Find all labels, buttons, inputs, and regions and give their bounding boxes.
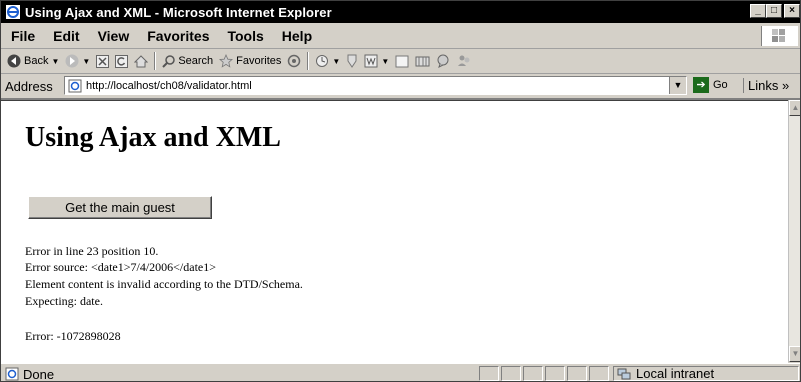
forward-button[interactable]: ▼: [65, 54, 90, 68]
toolbar-separator: [154, 52, 157, 70]
stop-icon: [96, 54, 110, 68]
address-label: Address: [5, 78, 53, 94]
people-icon: [458, 55, 470, 66]
status-pane: [501, 366, 521, 381]
minimize-button[interactable]: _: [750, 4, 766, 18]
refresh-icon: [115, 54, 129, 68]
messenger-people-button[interactable]: [457, 54, 472, 68]
window-controls: _ □ ×: [750, 4, 800, 18]
go-button[interactable]: ➔ Go: [693, 77, 728, 93]
error-code: Error: -1072898028: [25, 329, 121, 343]
address-bar: Address http://localhost/ch08/validator.…: [1, 74, 800, 100]
zone-label: Local intranet: [636, 366, 715, 381]
edit-word-button[interactable]: ▼: [364, 54, 389, 68]
security-zone[interactable]: Local intranet: [613, 366, 799, 381]
discuss-button[interactable]: [395, 55, 409, 68]
status-pane: [567, 366, 587, 381]
home-icon: [134, 54, 149, 67]
stop-button[interactable]: [96, 54, 110, 68]
menu-edit[interactable]: Edit: [53, 28, 79, 44]
go-label: Go: [713, 79, 728, 91]
page-content: Using Ajax and XML Get the main guest Er…: [1, 100, 788, 363]
refresh-button[interactable]: [115, 54, 129, 68]
vertical-scrollbar[interactable]: ▲ ▼: [788, 100, 800, 362]
address-dropdown-icon[interactable]: ▼: [669, 77, 686, 94]
menu-favorites[interactable]: Favorites: [147, 28, 209, 44]
back-arrow-icon: [7, 54, 21, 68]
go-arrow-icon: ➔: [693, 77, 709, 93]
history-dropdown-icon[interactable]: ▼: [332, 57, 340, 66]
word-icon: [364, 54, 378, 68]
page-heading: Using Ajax and XML: [25, 122, 281, 153]
mail-button[interactable]: [346, 54, 358, 68]
research-icon: [415, 56, 430, 67]
status-panes: [479, 366, 611, 381]
menu-tools[interactable]: Tools: [227, 28, 263, 44]
browser-window: Using Ajax and XML - Microsoft Internet …: [0, 0, 801, 382]
intranet-icon: [617, 368, 631, 379]
menu-bar: File Edit View Favorites Tools Help: [1, 24, 800, 49]
address-input[interactable]: http://localhost/ch08/validator.html ▼: [64, 76, 687, 95]
mail-icon: [347, 54, 357, 68]
status-bar: Done Local intranet: [1, 363, 800, 382]
close-button[interactable]: ×: [784, 4, 800, 18]
error-line: Error in line 23 position 10.: [25, 244, 159, 258]
history-button[interactable]: ▼: [315, 54, 340, 68]
toolbar-separator: [307, 52, 310, 70]
scroll-down-icon[interactable]: ▼: [789, 346, 800, 362]
search-button[interactable]: Search: [162, 54, 214, 68]
edit-dropdown-icon[interactable]: ▼: [381, 57, 389, 66]
links-button[interactable]: Links »: [743, 78, 789, 93]
status-pane: [589, 366, 609, 381]
forward-arrow-icon: [65, 54, 79, 68]
get-main-guest-button[interactable]: Get the main guest: [28, 196, 212, 219]
media-button[interactable]: [287, 54, 301, 68]
history-icon: [316, 55, 329, 67]
media-icon: [288, 54, 301, 68]
scroll-up-icon[interactable]: ▲: [789, 100, 800, 116]
error-line: Error source: <date1>7/4/2006</date1>: [25, 260, 217, 274]
menu-help[interactable]: Help: [282, 28, 312, 44]
window-title: Using Ajax and XML - Microsoft Internet …: [25, 4, 332, 20]
error-line: Expecting: date.: [25, 294, 103, 308]
research-button[interactable]: [415, 54, 430, 68]
messenger-icon: [437, 54, 449, 68]
standard-toolbar: Back ▼ ▼ Search Favorites ▼ ▼: [1, 49, 800, 74]
favorites-button[interactable]: Favorites: [219, 54, 281, 68]
search-icon: [162, 54, 176, 68]
page-done-icon: [5, 367, 19, 381]
back-dropdown-icon[interactable]: ▼: [51, 57, 59, 66]
status-text: Done: [23, 366, 55, 382]
error-line: Element content is invalid according to …: [25, 277, 303, 291]
favorites-label: Favorites: [236, 55, 282, 67]
status-text-area: Done: [5, 366, 55, 382]
back-button[interactable]: Back ▼: [7, 54, 59, 68]
ie-icon: [6, 5, 20, 19]
status-pane: [479, 366, 499, 381]
page-icon: [68, 79, 82, 92]
address-url[interactable]: http://localhost/ch08/validator.html: [86, 80, 252, 92]
discuss-icon: [395, 55, 409, 67]
back-label: Back: [24, 55, 49, 67]
favorites-star-icon: [219, 54, 234, 68]
title-bar[interactable]: Using Ajax and XML - Microsoft Internet …: [1, 1, 800, 23]
search-label: Search: [178, 55, 214, 67]
menu-view[interactable]: View: [98, 28, 130, 44]
maximize-button[interactable]: □: [766, 4, 782, 18]
forward-dropdown-icon[interactable]: ▼: [82, 57, 90, 66]
status-pane: [545, 366, 565, 381]
status-pane: [523, 366, 543, 381]
windows-logo-icon: [761, 26, 798, 46]
menu-file[interactable]: File: [11, 28, 35, 44]
home-button[interactable]: [134, 54, 149, 68]
messenger-button[interactable]: [436, 54, 451, 68]
